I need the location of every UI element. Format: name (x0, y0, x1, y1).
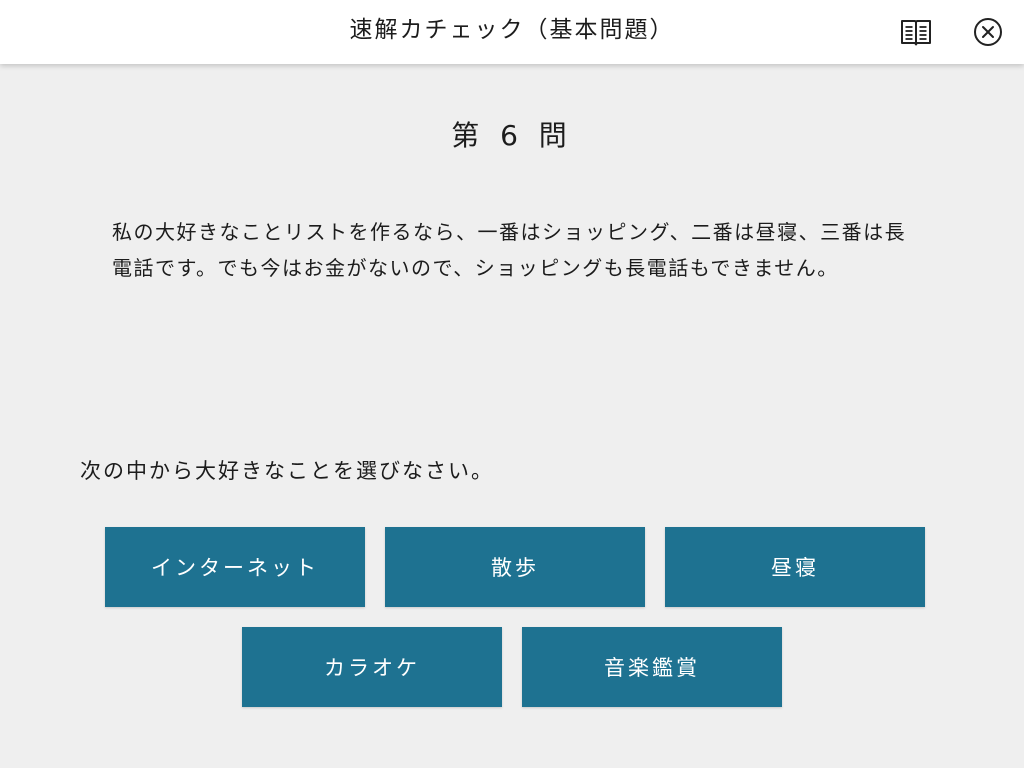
book-button[interactable] (898, 14, 934, 50)
reading-passage: 私の大好きなことリストを作るなら、一番はショッピング、二番は昼寝、三番は長電話で… (112, 220, 907, 280)
quiz-screen: 速解カチェック（基本問題） 第 6 問 私の大好きなことリストを作るなら、一番は… (0, 0, 1024, 768)
choice-row: カラオケ 音楽鑑賞 (0, 627, 1024, 707)
choice-row: インターネット 散歩 昼寝 (6, 527, 1024, 607)
question-instruction: 次の中から大好きなことを選びなさい。 (80, 459, 494, 483)
choice-nap-button[interactable]: 昼寝 (665, 527, 925, 607)
book-icon (901, 20, 931, 46)
page-title: 速解カチェック（基本問題） (349, 17, 675, 43)
question-number: 第 6 問 (451, 119, 573, 152)
answer-choices: インターネット 散歩 昼寝 カラオケ 音楽鑑賞 (0, 527, 1024, 727)
close-circle-icon (974, 18, 1002, 46)
choice-karaoke-button[interactable]: カラオケ (242, 627, 502, 707)
header-bar: 速解カチェック（基本問題） (0, 0, 1024, 64)
choice-walk-button[interactable]: 散歩 (385, 527, 645, 607)
close-button[interactable] (970, 14, 1006, 50)
choice-music-button[interactable]: 音楽鑑賞 (522, 627, 782, 707)
choice-internet-button[interactable]: インターネット (105, 527, 365, 607)
